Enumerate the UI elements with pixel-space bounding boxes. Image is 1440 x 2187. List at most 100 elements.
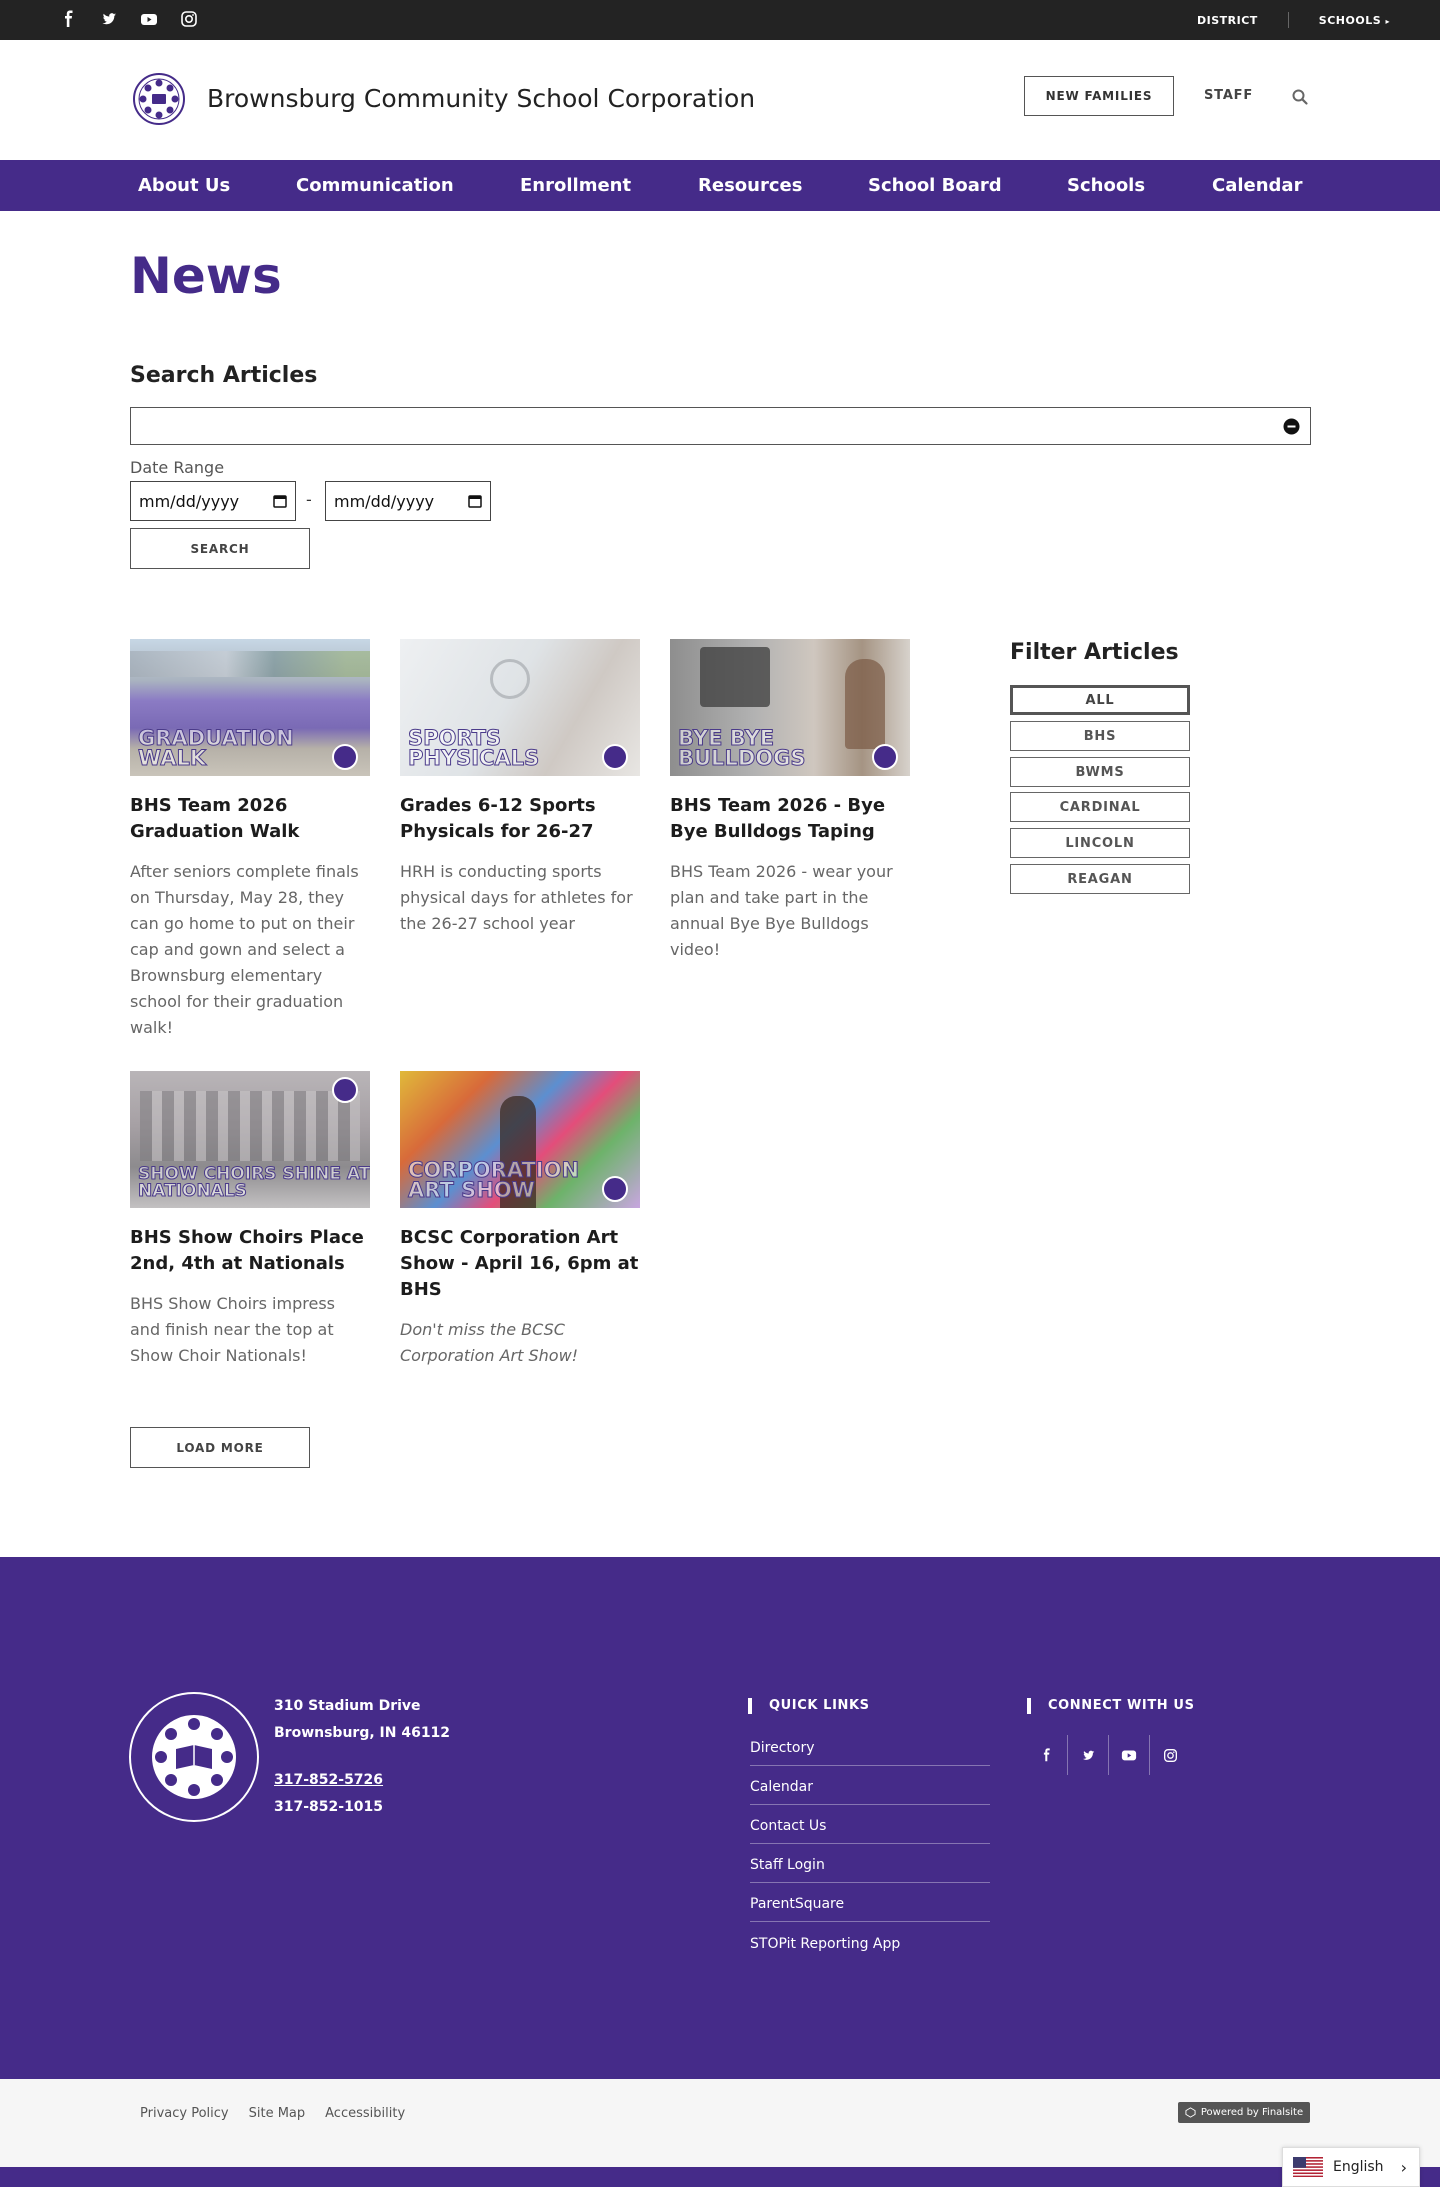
facebook-icon[interactable] <box>60 10 78 28</box>
footer-bottom-bar: Privacy Policy Site Map Accessibility Po… <box>0 2079 1440 2167</box>
social-links <box>60 10 198 28</box>
address-line-1: 310 Stadium Drive <box>274 1698 421 1714</box>
top-bar-divider <box>1287 12 1289 28</box>
schools-dropdown[interactable]: SCHOOLS ▸ <box>1319 14 1390 27</box>
youtube-icon[interactable] <box>1109 1735 1150 1775</box>
article-summary: HRH is conducting sports physical days f… <box>400 862 633 933</box>
nav-schools[interactable]: Schools <box>1067 160 1145 211</box>
site-map-link[interactable]: Site Map <box>249 2106 306 2121</box>
article-card[interactable]: SPORTS PHYSICALS Grades 6-12 Sports Phys… <box>400 639 640 937</box>
powered-by-badge[interactable]: Powered by Finalsite <box>1178 2102 1310 2123</box>
quick-links-list: Directory Calendar Contact Us Staff Logi… <box>750 1727 990 1961</box>
quick-link-calendar[interactable]: Calendar <box>750 1766 990 1805</box>
school-seal-icon <box>872 744 898 770</box>
nav-communication[interactable]: Communication <box>296 160 454 211</box>
article-image[interactable]: CORPORATION ART SHOW <box>400 1071 640 1208</box>
quick-link-parentsquare[interactable]: ParentSquare <box>750 1883 990 1922</box>
article-title[interactable]: BHS Show Choirs Place 2nd, 4th at Nation… <box>130 1225 370 1277</box>
finalsite-logo-icon <box>1185 2107 1196 2118</box>
quick-link-contact-us[interactable]: Contact Us <box>750 1805 990 1844</box>
quick-link-staff-login[interactable]: Staff Login <box>750 1844 990 1883</box>
search-input[interactable] <box>130 407 1311 445</box>
date-separator: - <box>306 490 312 509</box>
article-card[interactable]: CORPORATION ART SHOW BCSC Corporation Ar… <box>400 1071 640 1369</box>
nav-school-board[interactable]: School Board <box>868 160 1002 211</box>
nav-resources[interactable]: Resources <box>698 160 802 211</box>
youtube-icon[interactable] <box>140 10 158 28</box>
bottom-purple-strip <box>0 2167 1440 2187</box>
search-button[interactable]: SEARCH <box>130 528 310 569</box>
main-navigation: About Us Communication Enrollment Resour… <box>0 160 1440 211</box>
privacy-policy-link[interactable]: Privacy Policy <box>140 2106 229 2121</box>
chevron-right-icon: › <box>1400 2157 1407 2177</box>
district-link[interactable]: DISTRICT <box>1197 14 1258 27</box>
filter-cardinal-button[interactable]: CARDINAL <box>1010 792 1190 822</box>
article-image[interactable]: GRADUATION WALK <box>130 639 370 776</box>
article-image[interactable]: SHOW CHOIRS SHINE AT NATIONALS <box>130 1071 370 1208</box>
site-footer: 310 Stadium Drive Brownsburg, IN 46112 3… <box>0 1557 1440 2079</box>
us-flag-icon <box>1293 2157 1323 2177</box>
nav-calendar[interactable]: Calendar <box>1212 160 1302 211</box>
language-label: English <box>1333 2159 1384 2175</box>
phone-link[interactable]: 317-852-5726 <box>274 1767 450 1794</box>
date-to-input[interactable]: mm/dd/yyyy <box>325 481 491 521</box>
footer-social-links <box>1027 1735 1191 1775</box>
instagram-icon[interactable] <box>1150 1735 1191 1775</box>
article-summary: Don't miss the BCSC Corporation Art Show… <box>400 1320 579 1365</box>
date-from-input[interactable]: mm/dd/yyyy <box>130 481 296 521</box>
district-seal-logo-icon[interactable] <box>128 1691 260 1823</box>
filter-all-button[interactable]: ALL <box>1010 685 1190 715</box>
nav-about-us[interactable]: About Us <box>138 160 230 211</box>
date-range-label: Date Range <box>130 458 225 477</box>
article-summary: BHS Show Choirs impress and finish near … <box>130 1294 335 1365</box>
filter-bwms-button[interactable]: BWMS <box>1010 757 1190 787</box>
facebook-icon[interactable] <box>1027 1735 1068 1775</box>
article-card[interactable]: SHOW CHOIRS SHINE AT NATIONALS BHS Show … <box>130 1071 370 1369</box>
quick-link-stopit-app[interactable]: STOPit Reporting App <box>750 1922 990 1961</box>
quick-link-directory[interactable]: Directory <box>750 1727 990 1766</box>
article-title[interactable]: BCSC Corporation Art Show - April 16, 6p… <box>400 1225 640 1303</box>
staff-link[interactable]: STAFF <box>1204 88 1253 103</box>
article-image[interactable]: SPORTS PHYSICALS <box>400 639 640 776</box>
site-header: Brownsburg Community School Corporation … <box>0 40 1440 160</box>
schools-label: SCHOOLS <box>1318 13 1382 27</box>
article-title[interactable]: BHS Team 2026 - Bye Bye Bulldogs Taping <box>670 793 910 845</box>
twitter-icon[interactable] <box>1068 1735 1109 1775</box>
school-seal-icon <box>602 744 628 770</box>
nav-enrollment[interactable]: Enrollment <box>520 160 631 211</box>
twitter-icon[interactable] <box>100 10 118 28</box>
clear-search-icon[interactable] <box>1283 418 1300 435</box>
page-title: News <box>130 247 282 305</box>
load-more-button[interactable]: LOAD MORE <box>130 1427 310 1468</box>
article-image[interactable]: BYE BYE BULLDOGS <box>670 639 910 776</box>
calendar-icon[interactable] <box>273 494 287 508</box>
powered-by-label: Powered by Finalsite <box>1200 2107 1304 2118</box>
filter-reagan-button[interactable]: REAGAN <box>1010 864 1190 894</box>
article-summary: After seniors complete finals on Thursda… <box>130 862 359 1037</box>
article-image-caption: SPORTS PHYSICALS <box>408 726 540 770</box>
district-logo-icon[interactable] <box>132 72 186 126</box>
article-card[interactable]: GRADUATION WALK BHS Team 2026 Graduation… <box>130 639 370 1041</box>
instagram-icon[interactable] <box>180 10 198 28</box>
school-seal-icon <box>332 744 358 770</box>
quick-links-heading: QUICK LINKS <box>748 1698 870 1714</box>
legal-links: Privacy Policy Site Map Accessibility <box>140 2106 405 2121</box>
top-utility-bar: DISTRICT SCHOOLS ▸ <box>0 0 1440 40</box>
article-image-caption: BYE BYE BULLDOGS <box>678 726 806 770</box>
article-card[interactable]: BYE BYE BULLDOGS BHS Team 2026 - Bye Bye… <box>670 639 910 963</box>
accessibility-link[interactable]: Accessibility <box>325 2106 405 2121</box>
article-title[interactable]: Grades 6-12 Sports Physicals for 26-27 <box>400 793 640 845</box>
article-image-caption: GRADUATION WALK <box>138 726 295 770</box>
search-heading: Search Articles <box>130 363 318 388</box>
calendar-icon[interactable] <box>468 494 482 508</box>
filter-lincoln-button[interactable]: LINCOLN <box>1010 828 1190 858</box>
filter-bhs-button[interactable]: BHS <box>1010 721 1190 751</box>
article-title[interactable]: BHS Team 2026 Graduation Walk <box>130 793 370 845</box>
footer-address: 310 Stadium Drive Brownsburg, IN 46112 3… <box>274 1693 450 1821</box>
language-selector[interactable]: English › <box>1282 2147 1420 2187</box>
search-icon[interactable] <box>1291 88 1309 106</box>
top-bar-links: DISTRICT SCHOOLS ▸ <box>1197 0 1390 40</box>
new-families-button[interactable]: NEW FAMILIES <box>1024 76 1174 116</box>
address-line-2: Brownsburg, IN 46112 <box>274 1725 451 1741</box>
site-title[interactable]: Brownsburg Community School Corporation <box>207 84 755 113</box>
